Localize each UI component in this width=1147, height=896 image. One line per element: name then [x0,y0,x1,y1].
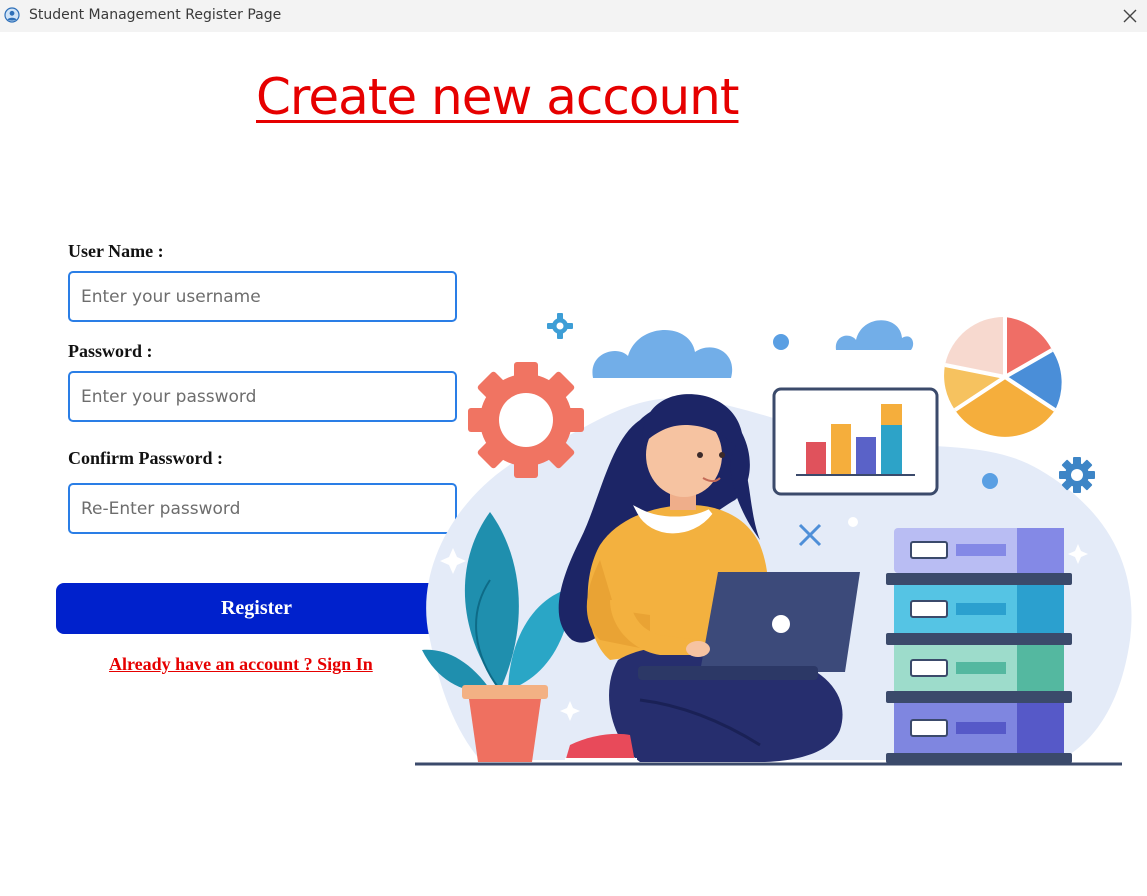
title-bar: Student Management Register Page [0,0,1147,32]
window-title: Student Management Register Page [29,7,282,23]
confirm-password-label: Confirm Password : [68,448,223,468]
close-icon[interactable] [1118,4,1142,28]
username-label: User Name : [68,241,164,261]
sign-in-link[interactable]: Already have an account ? Sign In [109,654,373,675]
password-label: Password : [68,341,153,361]
page-title: Create new account [256,68,739,126]
user-circle-icon [4,7,20,23]
woman-with-laptop-illustration [415,313,1132,766]
